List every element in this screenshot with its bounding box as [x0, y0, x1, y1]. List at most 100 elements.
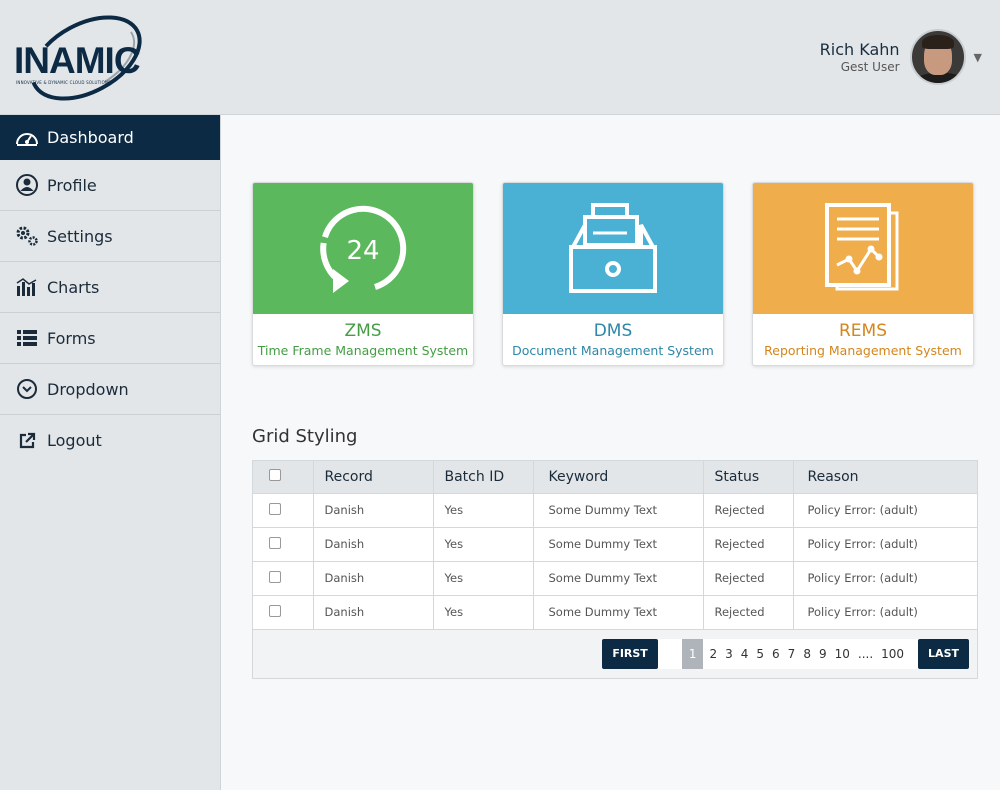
main-content: 24 ZMS Time Frame Management System DMS …	[221, 115, 1000, 790]
column-header-batch-id[interactable]: Batch ID	[433, 461, 534, 494]
sidebar-item-logout[interactable]: Logout	[0, 415, 220, 466]
row-checkbox[interactable]	[269, 502, 281, 515]
cell-batch-id: Yes	[433, 561, 534, 596]
first-page-button[interactable]: FIRST	[602, 638, 658, 669]
cell-batch-id: Yes	[433, 595, 534, 630]
inamic-logo[interactable]: INAMIC INNOVATIVE & DYNAMIC CLOUD SOLUTI…	[14, 14, 170, 104]
caret-down-icon[interactable]: ▼	[974, 51, 982, 64]
sidebar-item-dashboard[interactable]: Dashboard	[0, 115, 220, 160]
select-all-checkbox[interactable]	[269, 468, 281, 481]
column-header-keyword[interactable]: Keyword	[533, 461, 704, 494]
24-hours-icon: 24	[320, 205, 407, 293]
external-link-icon	[14, 430, 40, 452]
last-page-button[interactable]: LAST	[918, 638, 969, 669]
page-link[interactable]: 7	[784, 639, 800, 669]
table-row: Danish Yes Some Dummy Text Rejected Poli…	[253, 595, 977, 630]
chevron-circle-down-icon	[14, 378, 40, 400]
dashboard-gauge-icon	[14, 127, 40, 149]
row-select-cell	[253, 493, 314, 528]
sidebar-item-label: Settings	[47, 226, 113, 246]
cell-keyword: Some Dummy Text	[533, 527, 704, 562]
sidebar-item-forms[interactable]: Forms	[0, 313, 220, 364]
page-link[interactable]: 5	[752, 639, 768, 669]
page-link[interactable]: 9	[815, 639, 831, 669]
row-checkbox[interactable]	[269, 570, 281, 583]
card-zms-code: ZMS	[344, 321, 382, 341]
cell-record: Danish	[313, 527, 434, 562]
bar-chart-icon	[14, 276, 40, 298]
cell-status: Rejected	[703, 493, 794, 528]
cell-record: Danish	[313, 561, 434, 596]
list-icon	[14, 327, 40, 349]
cell-status: Rejected	[703, 595, 794, 630]
page-link[interactable]: 4	[737, 639, 753, 669]
sidebar-item-label: Charts	[47, 277, 100, 297]
cell-reason: Policy Error: (adult)	[793, 493, 977, 528]
column-header-status[interactable]: Status	[703, 461, 794, 494]
select-all-cell	[253, 461, 314, 494]
cell-keyword: Some Dummy Text	[533, 595, 704, 630]
user-menu[interactable]: Rich Kahn Gest User ▼	[820, 28, 982, 86]
page-link[interactable]: 8	[799, 639, 815, 669]
row-checkbox[interactable]	[269, 604, 281, 617]
sidebar-item-dropdown[interactable]: Dropdown	[0, 364, 220, 415]
cell-reason: Policy Error: (adult)	[793, 561, 977, 596]
brand-name: INAMIC	[14, 40, 141, 81]
page-link[interactable]: 10	[831, 639, 854, 669]
page-link-current[interactable]: 1	[681, 638, 704, 669]
sidebar-item-label: Profile	[47, 175, 97, 195]
table-row: Danish Yes Some Dummy Text Rejected Poli…	[253, 561, 977, 596]
card-rems-title: Reporting Management System	[764, 343, 962, 358]
card-dms-title: Document Management System	[512, 343, 714, 358]
cell-record: Danish	[313, 493, 434, 528]
cell-reason: Policy Error: (adult)	[793, 595, 977, 630]
sidebar-item-settings[interactable]: Settings	[0, 211, 220, 262]
sidebar-item-label: Logout	[47, 431, 102, 450]
cell-record: Danish	[313, 595, 434, 630]
page-ellipsis: ....	[857, 646, 874, 661]
row-checkbox[interactable]	[269, 536, 281, 549]
card-rems-code: REMS	[838, 321, 887, 341]
cell-status: Rejected	[703, 561, 794, 596]
cell-status: Rejected	[703, 527, 794, 562]
table-row: Danish Yes Some Dummy Text Rejected Poli…	[253, 493, 977, 528]
table-row: Danish Yes Some Dummy Text Rejected Poli…	[253, 527, 977, 562]
sidebar-item-profile[interactable]: Profile	[0, 160, 220, 211]
sidebar-item-charts[interactable]: Charts	[0, 262, 220, 313]
archive-drawer-icon	[569, 202, 657, 293]
column-header-reason[interactable]: Reason	[793, 461, 977, 494]
row-select-cell	[253, 561, 314, 596]
row-select-cell	[253, 527, 314, 562]
brand-tagline: INNOVATIVE & DYNAMIC CLOUD SOLUTIONS	[16, 80, 111, 85]
sidebar-item-label: Dashboard	[47, 128, 134, 147]
pagination: FIRST 1 2 3 4 5 6 7 8 9 10 .... 100 LAST	[602, 638, 969, 669]
card-dms-code: DMS	[593, 321, 633, 341]
user-role: Gest User	[840, 60, 900, 74]
card-rems[interactable]: REMS Reporting Management System	[752, 182, 974, 366]
page-link[interactable]: 3	[721, 639, 737, 669]
sidebar-item-label: Dropdown	[47, 379, 129, 399]
card-zms[interactable]: 24 ZMS Time Frame Management System	[252, 182, 474, 366]
card-zms-badge: 24	[346, 236, 379, 266]
table-header-row: Record Batch ID Keyword Status Reason	[253, 461, 977, 494]
card-zms-title: Time Frame Management System	[257, 343, 469, 358]
cell-keyword: Some Dummy Text	[533, 561, 704, 596]
gears-icon	[14, 225, 40, 247]
user-name: Rich Kahn	[819, 40, 900, 59]
page-link[interactable]: 100	[877, 639, 908, 669]
cell-batch-id: Yes	[433, 527, 534, 562]
sidebar: Dashboard Profile Settings Charts Forms …	[0, 115, 221, 790]
sidebar-item-label: Forms	[47, 328, 96, 348]
cell-batch-id: Yes	[433, 493, 534, 528]
pagination-bar: FIRST 1 2 3 4 5 6 7 8 9 10 .... 100 LAST	[253, 629, 977, 678]
column-header-record[interactable]: Record	[313, 461, 434, 494]
report-chart-icon	[825, 202, 899, 290]
avatar[interactable]	[909, 29, 966, 85]
cell-reason: Policy Error: (adult)	[793, 527, 977, 562]
header: INAMIC INNOVATIVE & DYNAMIC CLOUD SOLUTI…	[0, 0, 1000, 115]
page-link[interactable]: 2	[705, 639, 721, 669]
grid-title: Grid Styling	[252, 426, 358, 447]
page-link[interactable]: 6	[768, 639, 784, 669]
row-select-cell	[253, 595, 314, 630]
card-dms[interactable]: DMS Document Management System	[502, 182, 724, 366]
